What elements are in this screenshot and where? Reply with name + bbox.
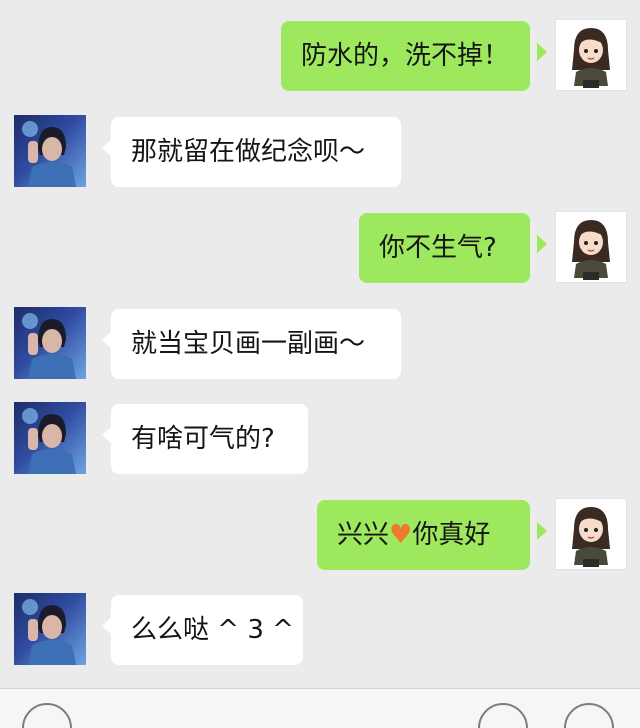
message-text: 那就留在做纪念呗～ — [131, 137, 366, 167]
cartoon-girl-avatar-icon — [572, 507, 610, 567]
bubble-tail — [537, 235, 547, 253]
cartoon-girl-avatar-icon — [572, 220, 610, 280]
message-text-part: 你真好 — [412, 520, 491, 550]
message-row-outgoing: 防水的，洗不掉！ — [0, 19, 640, 95]
voice-icon[interactable] — [22, 703, 72, 728]
message-text-part: 兴兴 — [337, 520, 390, 550]
message-bubble-incoming[interactable]: 就当宝贝画一副画～ — [111, 309, 401, 379]
bubble-tail — [537, 522, 547, 540]
message-text: 么么哒 ^ 3 ^ — [131, 615, 294, 645]
self-avatar[interactable] — [555, 498, 627, 570]
message-row-incoming: 么么哒 ^ 3 ^ — [0, 593, 640, 669]
contact-avatar[interactable] — [14, 307, 86, 379]
plus-icon[interactable] — [564, 703, 614, 728]
message-bubble-outgoing[interactable]: 兴兴♥你真好 — [317, 500, 530, 570]
message-text: 就当宝贝画一副画～ — [131, 329, 366, 359]
message-row-outgoing: 兴兴♥你真好 — [0, 498, 640, 574]
young-man-photo-avatar-icon — [22, 599, 76, 665]
message-text: 防水的，洗不掉！ — [301, 41, 510, 71]
message-row-incoming: 就当宝贝画一副画～ — [0, 307, 640, 383]
chat-message-list[interactable]: 防水的，洗不掉！ 那就留在做纪念呗～ 你不生气? 就当宝贝画一副画～ 有啥可气的… — [0, 0, 640, 688]
heart-emoji-icon: ♥ — [389, 520, 413, 550]
young-man-photo-avatar-icon — [22, 313, 76, 379]
contact-avatar[interactable] — [14, 115, 86, 187]
message-row-incoming: 有啥可气的? — [0, 402, 640, 478]
emoji-icon[interactable] — [478, 703, 528, 728]
message-bubble-incoming[interactable]: 那就留在做纪念呗～ — [111, 117, 401, 187]
cartoon-girl-avatar-icon — [572, 28, 610, 88]
message-row-outgoing: 你不生气? — [0, 211, 640, 287]
message-text: 有啥可气的? — [131, 424, 275, 454]
message-text: 你不生气? — [379, 233, 497, 263]
message-row-incoming: 那就留在做纪念呗～ — [0, 115, 640, 191]
message-bubble-incoming[interactable]: 么么哒 ^ 3 ^ — [111, 595, 303, 665]
contact-avatar[interactable] — [14, 402, 86, 474]
contact-avatar[interactable] — [14, 593, 86, 665]
young-man-photo-avatar-icon — [22, 121, 76, 187]
bubble-tail — [537, 43, 547, 61]
message-bubble-outgoing[interactable]: 你不生气? — [359, 213, 530, 283]
self-avatar[interactable] — [555, 211, 627, 283]
message-bubble-incoming[interactable]: 有啥可气的? — [111, 404, 308, 474]
young-man-photo-avatar-icon — [22, 408, 76, 474]
message-bubble-outgoing[interactable]: 防水的，洗不掉！ — [281, 21, 530, 91]
input-toolbar — [0, 688, 640, 728]
self-avatar[interactable] — [555, 19, 627, 91]
